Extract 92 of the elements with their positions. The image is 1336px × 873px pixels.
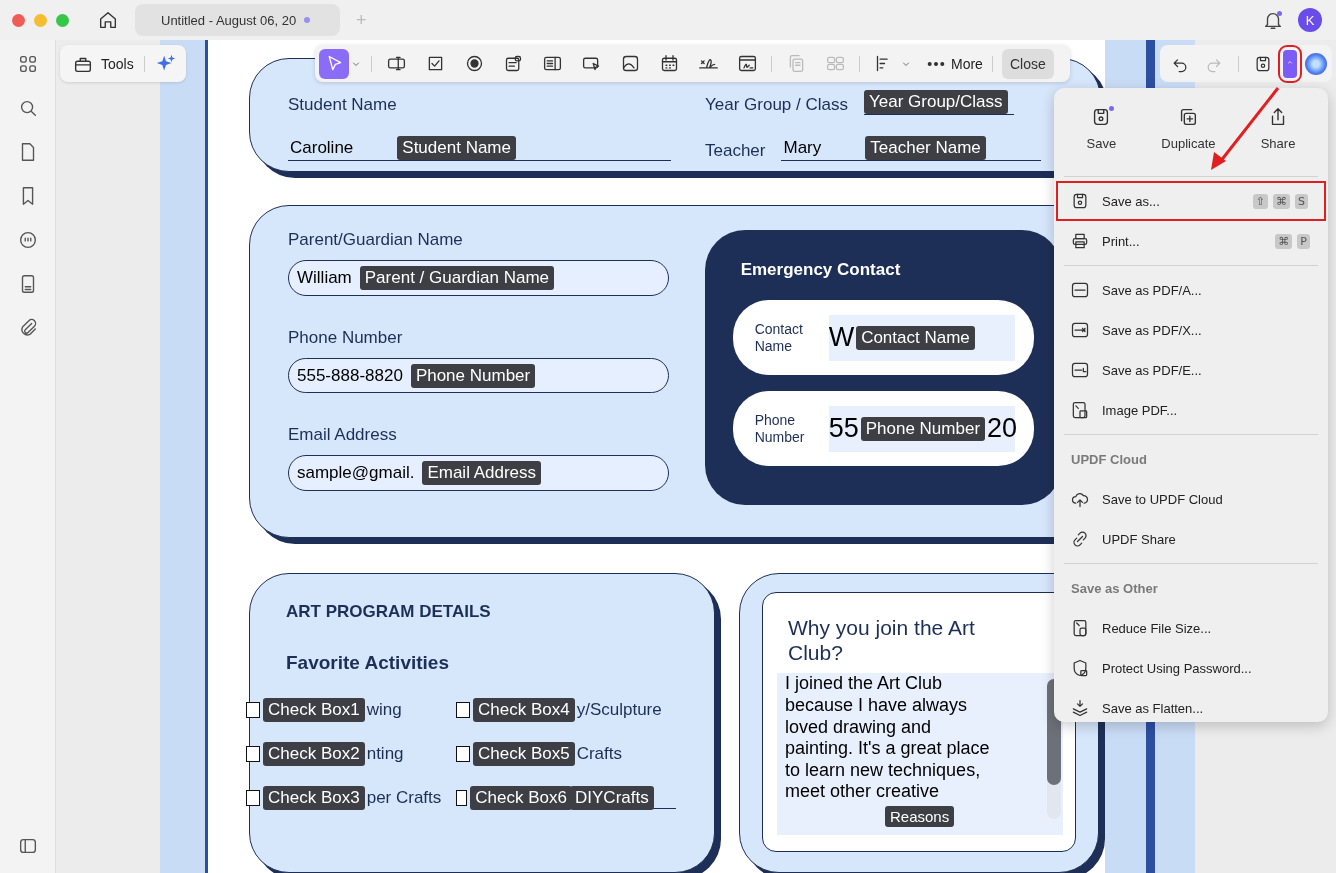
field-value: Mary [782,137,822,158]
field-name-tag: Check Box5 [473,742,575,766]
shortcut-key: ⇧ [1252,193,1268,209]
field-value: 555-888-8820 [296,365,403,386]
avatar[interactable]: K [1298,8,1322,32]
menu-heading: Save as Other [1070,579,1159,598]
checkbox[interactable] [246,702,260,718]
tab-title: Untitled - August 06, 20 [161,12,297,28]
more-icon [927,60,945,67]
menu-heading: UPDF Cloud [1070,450,1148,469]
layers-icon [1070,698,1090,718]
text-field[interactable]: Mary Teacher Name [781,135,1042,161]
pdf-e-icon [1070,360,1090,380]
text-field[interactable]: sample@gmail. Email Address [288,455,669,491]
menu-item[interactable]: Image PDF... [1054,390,1328,430]
field-value: 55 [828,413,859,444]
field-name-tag: Check Box2 [263,742,365,766]
field-label: Year Group / Class [705,95,848,115]
image-pdf-icon [1070,400,1090,420]
window-control[interactable] [12,13,25,27]
field-name-tag: Student Name [397,135,516,160]
menu-item[interactable]: Save as PDF/X... [1054,310,1328,350]
menu-item[interactable]: Reduce File Size... [1054,608,1328,648]
section-subtitle: Favorite Activities [286,652,450,674]
field-name-tag: Check Box4 [473,698,575,722]
text-field[interactable]: William Parent / Guardian Name [288,260,669,296]
field-value: William [296,267,352,288]
menu-action[interactable]: Share [1260,98,1296,166]
checkbox[interactable] [456,746,470,762]
shortcut-key: ⌘ [1275,233,1293,249]
checkbox[interactable] [246,790,260,806]
close-button[interactable]: Close [1001,48,1054,79]
option-label: nting [366,744,404,764]
section-title: ART PROGRAM DETAILS [286,602,492,622]
field-name-tag: Check Box3 [263,786,365,810]
text-field[interactable]: DIYCrafts [570,787,676,809]
shortcut-key: ⌘ [1273,193,1290,209]
field-label: Phone Number [288,327,404,348]
text-field[interactable]: W Contact Name [828,314,1015,361]
field-name-tag: Phone Number [410,363,536,388]
field-name-tag: Parent / Guardian Name [359,265,555,290]
option-label: y/Sculpture [576,700,662,720]
option-label: per Crafts [366,788,442,808]
field-name-tag: Email Address [422,461,542,486]
signature-field-icon [736,53,758,74]
shortcut-key: S [1295,193,1308,209]
field-name-tag: Check Box1 [263,698,365,722]
menu-action[interactable]: Save [1086,98,1117,166]
field-name-tag: DIYCrafts [570,785,654,810]
answer-text: I joined the Art Club because I have always loved drawing and painting. It's a great place to learn new techniques, meet other creative [785,673,990,803]
text-area[interactable]: I joined the Art Club because I have always loved drawing and painting. It's a great place to learn new techniques, meet other creative Reasons [777,673,1063,836]
field-name-tag: Phone Number [860,416,986,441]
text-field[interactable]: Caroline Student Name [288,135,671,161]
text-field[interactable]: 55 Phone Number 20 [828,405,1015,452]
option-label: Crafts [576,744,622,764]
panel-title: Emergency Contact [740,260,902,280]
document-tab[interactable]: Untitled - August 06, 20 [135,4,340,36]
field-value: 20 [987,413,1018,444]
printer-icon [1070,231,1090,251]
menu-item[interactable]: Save as PDF/A... [1054,270,1328,310]
home-icon[interactable] [97,9,119,31]
shortcut-key: P [1297,233,1310,249]
field-name-tag: Check Box6 [470,786,572,810]
assistant-icon[interactable] [1305,52,1327,75]
field-value: sample@gmail. [296,463,415,484]
link-icon [1070,529,1090,549]
field-name-tag: Teacher Name [865,135,986,160]
field-label: Student Name [288,95,398,115]
field-name-tag: Reasons [885,805,955,827]
menu-item[interactable]: Save as PDF/E... [1054,350,1328,390]
checkbox[interactable] [246,746,260,762]
menu-action[interactable]: Duplicate [1161,98,1216,166]
field-label: Parent/Guardian Name [288,230,464,250]
menu-item[interactable]: Save as... ⇧ ⌘ S [1056,181,1326,221]
menu-item[interactable]: Print... ⌘ P [1054,221,1328,261]
checkbox[interactable] [456,790,468,806]
field-label: Teacher [705,141,766,161]
question-text: Why you join the Art Club? [788,615,976,666]
menu-item[interactable]: UPDF Share [1054,519,1328,559]
pdf-x-icon [1070,320,1090,340]
field-label: Contact Name [754,320,804,355]
more-button[interactable]: More [927,55,983,72]
menu-item[interactable]: Save to UPDF Cloud [1054,479,1328,519]
checkbox[interactable] [456,702,470,718]
text-field[interactable]: 555-888-8820 Phone Number [288,357,669,394]
field-label: Email Address [288,425,398,446]
pdf-a-icon [1070,280,1090,300]
field-name-tag: Contact Name [856,325,975,350]
field-value: W [828,322,855,353]
field-value: Caroline [289,137,354,158]
option-label: wing [366,700,402,720]
field-label: Phone Number [754,411,806,446]
